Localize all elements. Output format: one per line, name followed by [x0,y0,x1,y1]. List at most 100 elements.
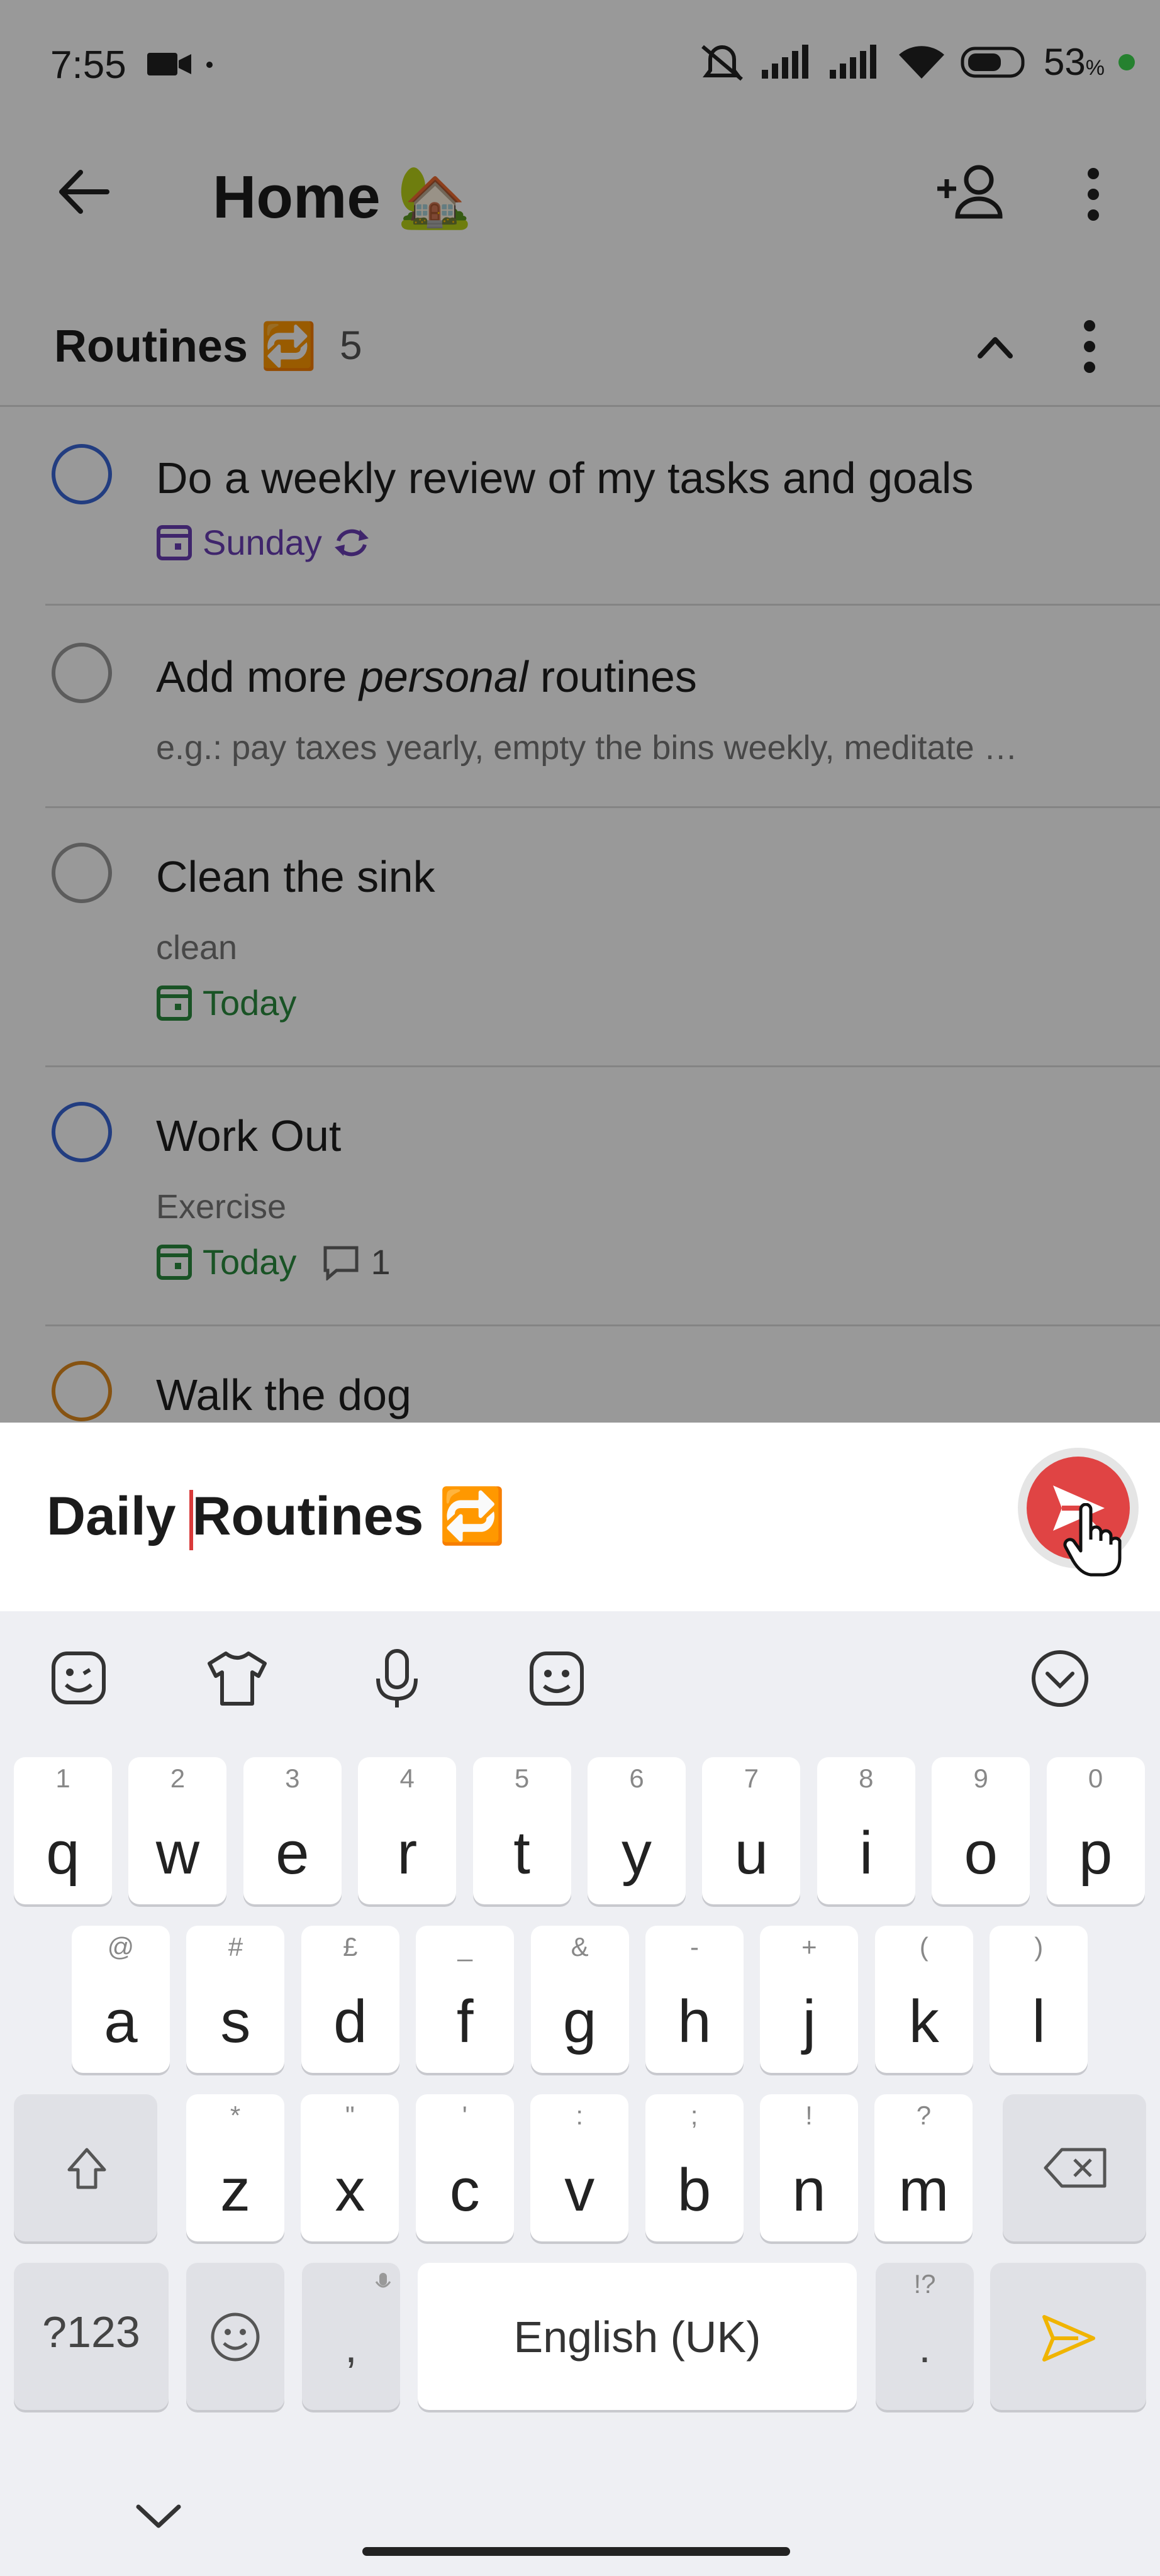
key-label: x [335,2157,365,2224]
key-label: i [859,1819,873,1887]
recurring-icon [334,529,369,556]
key-d[interactable]: £ d [301,1926,399,2073]
period-key[interactable]: !? . [876,2263,974,2410]
enter-key[interactable] [990,2263,1146,2410]
task-title-part: Add more [156,652,359,701]
signal-icon [830,44,877,79]
add-person-icon[interactable] [935,164,1005,220]
task-description: Exercise [156,1188,287,1226]
theme-shirt-icon[interactable] [203,1644,272,1713]
key-v[interactable]: :v [530,2094,629,2241]
more-vertical-icon[interactable] [1081,166,1106,223]
key-label: k [908,1988,939,2055]
key-x[interactable]: " x [301,2094,399,2241]
page-title: Home 🏡 [213,162,472,233]
key-j[interactable]: + j [760,1926,859,2073]
hide-keyboard-icon[interactable] [133,2501,184,2532]
key-c[interactable]: ' c [415,2094,514,2241]
smiley-icon [211,2312,260,2362]
key-s[interactable]: # s [186,1926,285,2073]
key-hint: ? [916,2101,932,2130]
key-t[interactable]: 5t [472,1757,571,1904]
section-title-text: Routines [54,321,248,372]
key-p[interactable]: 0p [1046,1757,1145,1904]
key-label: s [220,1988,251,2055]
status-icons: 53% [698,40,1135,84]
key-hint: £ [343,1932,358,1962]
section-title: Routines 🔁 [54,319,317,373]
key-e[interactable]: 3e [243,1757,342,1904]
key-w[interactable]: 2w [128,1757,227,1904]
arrow-left-icon[interactable] [58,170,109,214]
task-title: Do a weekly review of my tasks and goals [156,453,974,502]
task-title: Walk the dog [156,1370,411,1419]
key-m[interactable]: ? m [874,2094,973,2241]
divider [45,1324,1160,1326]
task-meta: Today 1 [156,1241,391,1282]
key-hint: 5 [514,1763,530,1793]
key-h[interactable]: -h [645,1926,744,2073]
key-label: e [276,1819,310,1887]
send-arrow-icon [1042,2315,1095,2362]
task-checkbox[interactable] [52,843,112,903]
microphone-icon[interactable] [362,1644,432,1713]
page-title-text: Home [213,164,381,231]
task-checkbox[interactable] [52,1102,112,1162]
task-checkbox[interactable] [52,1361,112,1421]
repeat-emoji-icon: 🔁 [438,1486,506,1546]
space-key[interactable]: English (UK) [418,2263,857,2410]
task-checkbox[interactable] [52,643,112,703]
key-label: v [564,2157,595,2224]
task-meta: Today [156,982,296,1023]
key-f[interactable]: _ f [416,1926,515,2073]
task-date: Sunday [203,523,322,562]
status-dot [1118,53,1135,70]
calendar-icon [157,525,192,560]
key-b[interactable]: ; b [645,2094,744,2241]
symbols-key-label: ?123 [42,2307,140,2357]
task-checkbox[interactable] [52,444,112,504]
key-l[interactable]: ) l [990,1926,1088,2073]
task-name-input[interactable]: Daily Routines 🔁 [47,1484,506,1551]
task-description: clean [156,929,238,967]
key-hint: * [230,2101,241,2130]
key-y[interactable]: 6y [588,1757,686,1904]
repeat-emoji-icon: 🔁 [260,321,317,372]
key-hint: 2 [170,1763,186,1793]
key-q[interactable]: 1q [14,1757,112,1904]
key-a[interactable]: @ a [72,1926,170,2073]
emoji-sticker-icon[interactable] [44,1644,113,1713]
key-n[interactable]: ! n [760,2094,858,2241]
task-meta: Sunday [156,522,371,563]
task-title: Clean the sink [156,852,435,901]
task-title-italic: personal [359,652,528,701]
more-vertical-icon[interactable] [1077,318,1102,375]
quick-add-sheet: Daily Routines 🔁 [0,1423,1160,1611]
divider [0,405,1160,407]
key-u[interactable]: 7u [702,1757,801,1904]
collapse-keyboard-icon[interactable] [1025,1644,1095,1713]
house-icon: 🏡 [397,164,472,231]
emoji-key[interactable] [186,2263,284,2410]
backspace-key[interactable] [1003,2094,1146,2241]
chevron-up-icon[interactable] [976,335,1014,360]
task-title: Add more personal routines [156,652,697,702]
task-date: Today [203,1242,297,1282]
key-g[interactable]: & g [530,1926,629,2073]
key-z[interactable]: * z [186,2094,284,2241]
key-hint: 0 [1088,1763,1103,1793]
key-i[interactable]: 8i [817,1757,915,1904]
key-r[interactable]: 4r [358,1757,457,1904]
shift-key[interactable] [14,2094,157,2241]
comma-key[interactable]: , [302,2263,400,2410]
home-indicator[interactable] [362,2547,790,2556]
key-hint: ; [690,2101,698,2130]
sticker-face-icon[interactable] [522,1644,591,1713]
comma-key-label: , [345,2323,357,2372]
key-label: d [333,1988,367,2055]
key-k[interactable]: (k [874,1926,973,2073]
key-hint: _ [457,1932,472,1962]
key-o[interactable]: 9o [932,1757,1030,1904]
key-hint: ' [462,2101,467,2130]
symbols-key[interactable]: ?123 [14,2263,169,2410]
